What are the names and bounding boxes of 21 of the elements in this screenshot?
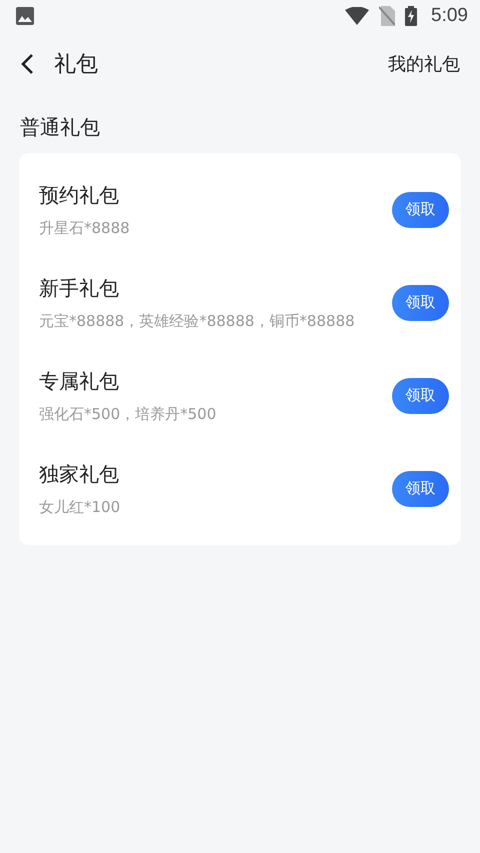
gift-name: 独家礼包 xyxy=(39,460,120,488)
back-icon[interactable] xyxy=(20,53,34,75)
claim-button[interactable]: 领取 xyxy=(392,284,449,320)
gift-name: 专属礼包 xyxy=(39,368,120,394)
gift-contents: 元宝*88888，英雄经验*88888，铜币*88888 xyxy=(39,312,356,330)
claim-button[interactable]: 领取 xyxy=(392,192,449,228)
no-sim-icon xyxy=(379,6,396,26)
my-gifts-link[interactable]: 我的礼包 xyxy=(388,52,460,76)
claim-button[interactable]: 领取 xyxy=(392,470,449,506)
wifi-icon xyxy=(345,7,370,25)
gift-contents: 女儿红*100 xyxy=(39,498,122,516)
page-title: 礼包 xyxy=(54,51,98,79)
gift-contents: 升星石*8888 xyxy=(39,218,131,238)
gift-name: 预约礼包 xyxy=(39,182,120,208)
gift-contents: 强化石*500，培养丹*500 xyxy=(39,404,218,424)
gift-name: 新手礼包 xyxy=(39,274,120,302)
battery-charging-icon xyxy=(405,6,418,26)
image-icon xyxy=(16,7,34,25)
status-time: 5:09 xyxy=(431,5,468,27)
claim-button[interactable]: 领取 xyxy=(392,378,449,414)
section-title: 普通礼包 xyxy=(19,114,101,141)
